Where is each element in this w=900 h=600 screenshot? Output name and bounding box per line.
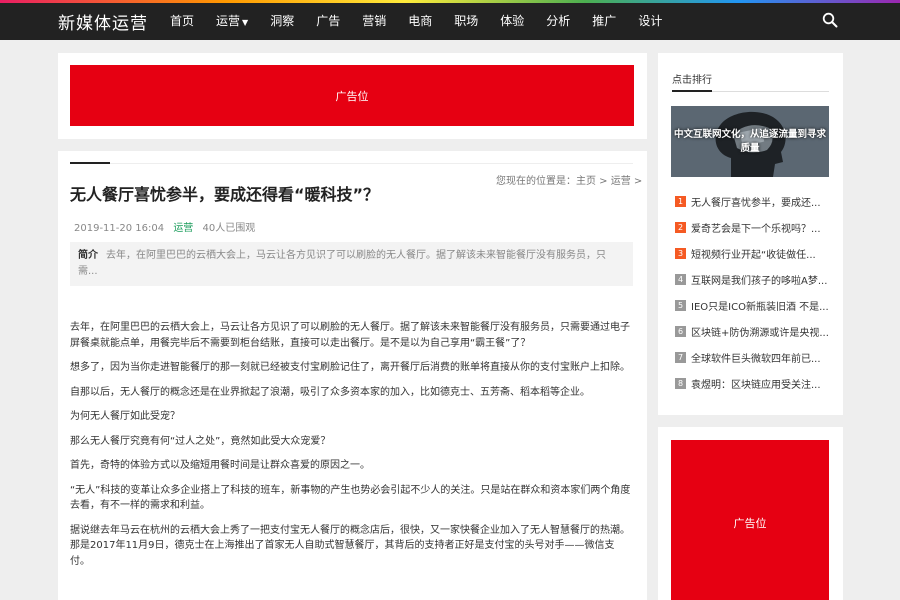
- rank-link-text: 短视频行业开起“收徒做任...: [691, 250, 816, 261]
- article-paragraph: 首先，奇特的体验方式以及缩短用餐时间是让群众喜爱的原因之一。: [70, 460, 370, 471]
- article-paragraph: 为何无人餐厅如此受宠？: [70, 411, 180, 422]
- nav-item-10[interactable]: 设计: [638, 12, 662, 29]
- tab-divider: [110, 163, 633, 164]
- nav-item-label: 运营: [216, 14, 241, 28]
- nav-item-7[interactable]: 体验: [500, 12, 524, 29]
- nav-item-label: 电商: [408, 14, 433, 28]
- rank-item[interactable]: 3 短视频行业开起“收徒做任...: [675, 246, 831, 272]
- rank-item[interactable]: 5 IEO只是ICO新瓶装旧酒 不是...: [675, 298, 831, 324]
- site-logo[interactable]: 新媒体运营: [58, 9, 148, 34]
- breadcrumb[interactable]: 您现在的位置是：主页 > 运营 >: [496, 172, 642, 187]
- hero-caption: 中文互联网文化，从追逐流量到寻求质量: [673, 129, 826, 154]
- rank-number: 4: [675, 274, 686, 285]
- search-icon[interactable]: [822, 12, 838, 28]
- rank-item[interactable]: 7 全球软件巨头微软四年前已...: [675, 350, 831, 376]
- rank-link-text: 无人餐厅喜忧参半，要成还...: [691, 198, 821, 209]
- article-views: 40人已围观: [202, 223, 256, 234]
- ranking-list: 1 无人餐厅喜忧参半，要成还... 2 爱奇艺会是下一个乐视吗？... 3 短视频行业开起…: [675, 194, 831, 402]
- nav-item-8[interactable]: 分析: [546, 12, 570, 29]
- rank-number: 5: [675, 300, 686, 311]
- nav-item-label: 营销: [362, 14, 387, 28]
- nav-item-label: 体验: [500, 14, 525, 28]
- rank-link-text: 袁煜明：区块链应用受关注...: [691, 380, 821, 391]
- nav-item-0[interactable]: 首页: [170, 12, 194, 29]
- article-paragraph: 据说继去年马云在杭州的云栖大会上秀了一把支付宝无人餐厅的概念店后，很快，又一家快…: [70, 524, 630, 567]
- article-date: 2019-11-20 16:04: [74, 223, 165, 234]
- article-category-link[interactable]: 运营: [173, 223, 193, 234]
- nav-item-label: 广告: [316, 14, 341, 28]
- nav-item-4[interactable]: 营销: [362, 12, 386, 29]
- article-paragraph: “无人”科技的变革让众多企业搭上了科技的班车，新事物的产生也势必会引起不少人的关…: [70, 484, 631, 512]
- top-ad-label: 广告位: [335, 89, 369, 103]
- rank-number: 1: [675, 196, 686, 207]
- nav-item-9[interactable]: 推广: [592, 12, 616, 29]
- top-ad-banner[interactable]: 广告位: [70, 65, 634, 126]
- article-meta: 2019-11-20 16:04 运营 40人已围观: [74, 219, 255, 234]
- summary-text: 去年，在阿里巴巴的云栖大会上，马云让各方见识了可以刷脸的无人餐厅。据了解该未来智…: [78, 250, 606, 277]
- nav-item-1[interactable]: 运营 ▼: [216, 12, 248, 29]
- rank-number: 7: [675, 352, 686, 363]
- rank-number: 2: [675, 222, 686, 233]
- nav-item-3[interactable]: 广告: [316, 12, 340, 29]
- rank-item[interactable]: 1 无人餐厅喜忧参半，要成还...: [675, 194, 831, 220]
- article-title: 无人餐厅喜忧参半，要成还得看“暖科技”？: [70, 185, 380, 204]
- main-nav: 首页 运营 ▼ 洞察 广告 营销 电商 职场 体验 分析 推广 设计: [170, 12, 684, 29]
- rainbow-stripe: [0, 0, 900, 3]
- nav-item-label: 洞察: [270, 14, 295, 28]
- rank-number: 6: [675, 326, 686, 337]
- rank-item[interactable]: 8 袁煜明：区块链应用受关注...: [675, 376, 831, 402]
- rank-link-text: 区块链+防伪溯源或许是央视...: [691, 328, 829, 339]
- rank-item[interactable]: 4 互联网是我们孩子的哆啦A梦...: [675, 272, 831, 298]
- nav-item-label: 首页: [170, 14, 195, 28]
- nav-item-label: 设计: [638, 14, 663, 28]
- top-nav-bar: 新媒体运营 首页 运营 ▼ 洞察 广告 营销 电商 职场 体验 分析 推广 设计: [0, 0, 900, 40]
- rank-item[interactable]: 2 爱奇艺会是下一个乐视吗？...: [675, 220, 831, 246]
- rank-item[interactable]: 6 区块链+防伪溯源或许是央视...: [675, 324, 831, 350]
- summary-label: 简介: [78, 250, 98, 261]
- rank-number: 3: [675, 248, 686, 259]
- article-paragraph: 去年，在阿里巴巴的云栖大会上，马云让各方见识了可以刷脸的无人餐厅。据了解该未来智…: [70, 322, 630, 349]
- nav-item-label: 分析: [546, 14, 571, 28]
- side-ad-banner[interactable]: 广告位: [671, 440, 829, 600]
- rank-number: 8: [675, 378, 686, 389]
- rank-link-text: 全球软件巨头微软四年前已...: [691, 354, 821, 365]
- top-ad-card: 广告位: [58, 53, 647, 139]
- article-paragraph: 那么无人餐厅究竟有何“过人之处”，竟然如此受大众宠爱？: [70, 435, 331, 447]
- rank-link-text: 互联网是我们孩子的哆啦A梦...: [691, 276, 828, 287]
- rank-link-text: 爱奇艺会是下一个乐视吗？...: [691, 224, 821, 235]
- side-ad-card: 广告位: [658, 427, 843, 600]
- nav-item-2[interactable]: 洞察: [270, 12, 294, 29]
- tab-indicator: [70, 162, 110, 164]
- nav-item-label: 职场: [454, 14, 479, 28]
- article-paragraph: 想多了，因为当你走进智能餐厅的那一刻就已经被支付宝刷脸记住了，离开餐厅后消费的账…: [70, 362, 630, 373]
- ranking-hero-image[interactable]: 中文互联网文化，从追逐流量到寻求质量: [671, 106, 829, 177]
- ranking-title-indicator: [672, 90, 712, 92]
- side-ad-label: 广告位: [733, 516, 767, 530]
- chevron-down-icon: ▼: [242, 18, 249, 27]
- article-body: 去年，在阿里巴巴的云栖大会上，马云让各方见识了可以刷脸的无人餐厅。据了解该未来智…: [70, 320, 634, 578]
- nav-item-5[interactable]: 电商: [408, 12, 432, 29]
- nav-item-6[interactable]: 职场: [454, 12, 478, 29]
- article-paragraph: 自那以后，无人餐厅的概念还是在业界掀起了浪潮，吸引了众多资本家的加入，比如德克士…: [70, 386, 590, 398]
- nav-item-label: 推广: [592, 14, 617, 28]
- article-summary: 简介 去年，在阿里巴巴的云栖大会上，马云让各方见识了可以刷脸的无人餐厅。据了解该未…: [70, 242, 633, 286]
- ranking-title: 点击排行: [672, 75, 712, 86]
- rank-link-text: IEO只是ICO新瓶装旧酒 不是...: [691, 302, 829, 313]
